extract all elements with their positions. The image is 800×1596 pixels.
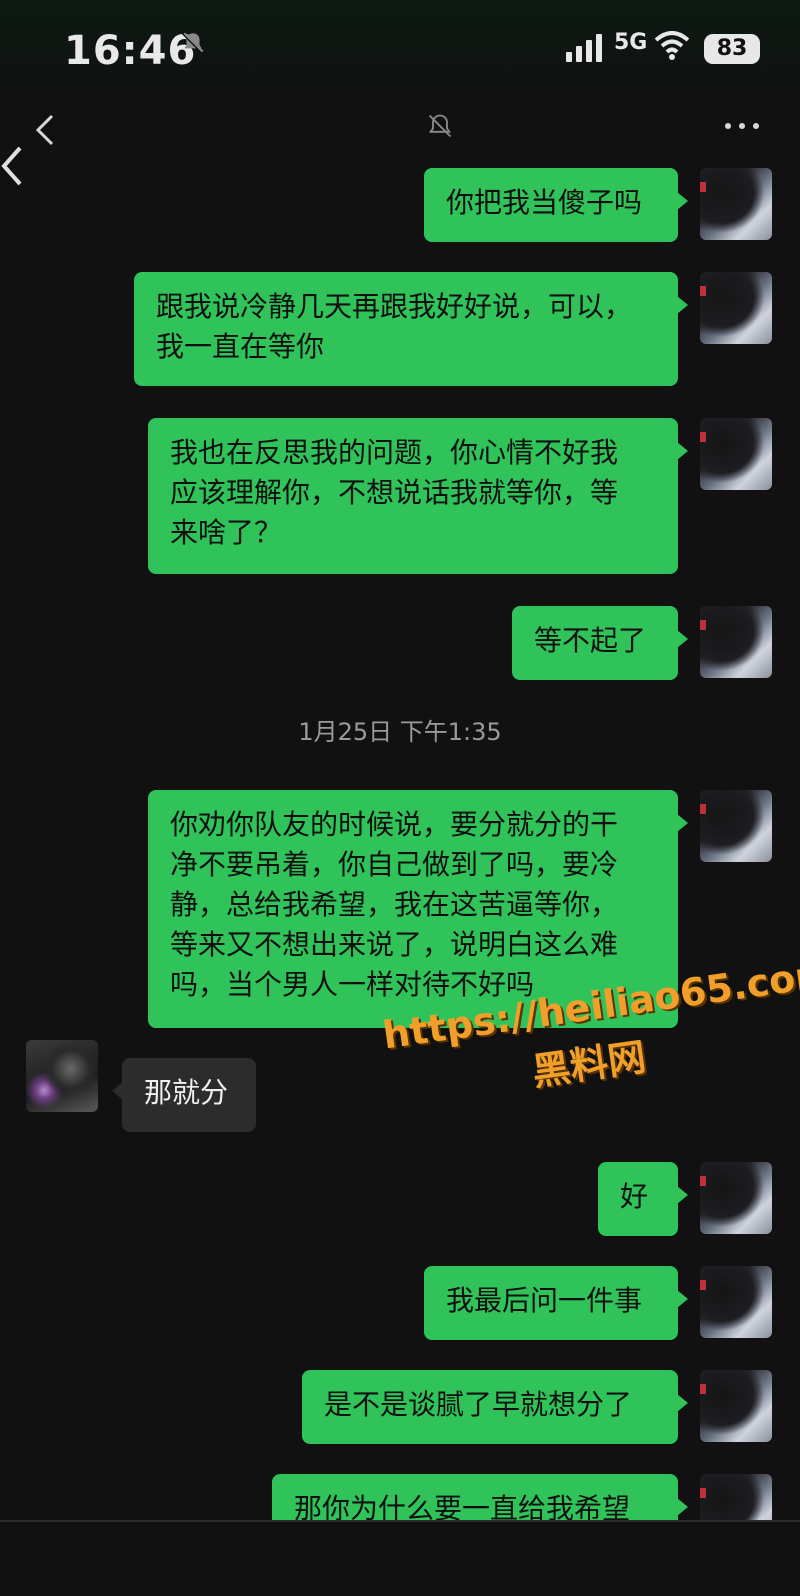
chat-header: 😈 <box>0 100 800 186</box>
avatar[interactable] <box>700 1370 772 1442</box>
wifi-icon <box>654 31 690 60</box>
bell-off-icon <box>182 32 204 54</box>
message-bubble[interactable]: 好 <box>598 1162 688 1236</box>
mute-icon <box>428 114 452 138</box>
avatar[interactable] <box>700 1266 772 1338</box>
chat-timestamp: 1月25日 下午1:35 <box>298 718 502 746</box>
contact-avatar[interactable] <box>26 1040 98 1112</box>
status-time: 16:46 <box>64 28 197 74</box>
more-icon[interactable] <box>722 116 762 136</box>
avatar[interactable] <box>700 790 772 862</box>
message-bubble[interactable]: 那就分 <box>112 1058 256 1132</box>
chevron-left-icon[interactable] <box>0 144 30 188</box>
message-bubble[interactable]: 你把我当傻子吗 <box>424 168 688 242</box>
signal-icon <box>566 34 602 62</box>
avatar[interactable] <box>700 606 772 678</box>
message-bubble[interactable]: 我也在反思我的问题，你心情不好我 应该理解你，不想说话我就等你，等 来啥了？ <box>148 418 688 574</box>
back-icon[interactable] <box>28 110 68 150</box>
message-bubble[interactable]: 我最后问一件事 <box>424 1266 688 1340</box>
divider <box>0 1520 800 1522</box>
avatar[interactable] <box>700 168 772 240</box>
battery-indicator: 83 <box>704 34 760 64</box>
message-bubble[interactable]: 等不起了 <box>512 606 688 680</box>
avatar[interactable] <box>700 272 772 344</box>
avatar[interactable] <box>700 1162 772 1234</box>
network-type: 5G <box>614 30 648 55</box>
bottom-bar <box>0 1520 800 1596</box>
message-bubble[interactable]: 是不是谈腻了早就想分了 <box>302 1370 688 1444</box>
status-bar: 16:46 5G 83 <box>0 0 800 100</box>
chat-title-emoji: 😈 <box>378 104 414 144</box>
message-bubble[interactable]: 跟我说冷静几天再跟我好好说，可以， 我一直在等你 <box>134 272 688 386</box>
avatar[interactable] <box>700 418 772 490</box>
